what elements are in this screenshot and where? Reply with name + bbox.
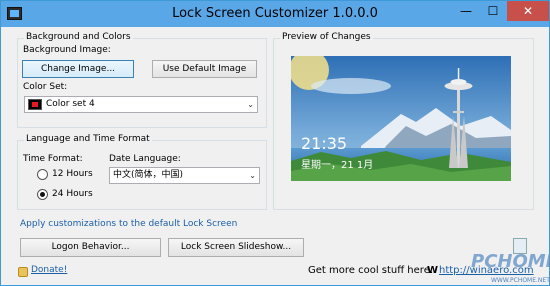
date-language-label: Date Language: [109,154,181,164]
color-swatch-icon [28,99,42,110]
lock-screen-slideshow-button[interactable]: Lock Screen Slideshow... [168,238,304,257]
more-stuff-label: Get more cool stuff here: [308,265,434,276]
lock-screen-preview: 21:35 星期一，21 1月 [291,56,511,181]
apply-customizations-link[interactable]: Apply customizations to the default Lock… [20,219,237,229]
preview-date: 星期一，21 1月 [301,160,374,171]
color-set-value: Color set 4 [46,99,95,109]
group-legend: Background and Colors [24,32,133,42]
chevron-down-icon: ⌄ [247,100,254,109]
language-time-group: Language and Time Format Time Format: 12… [17,134,267,210]
pchome-watermark: PCHOME [471,251,550,272]
chevron-down-icon: ⌄ [249,171,256,180]
logon-behavior-button[interactable]: Logon Behavior... [20,238,161,257]
close-button[interactable]: ✕ [507,1,549,21]
group-legend: Language and Time Format [24,134,152,144]
radio-24-hours[interactable] [37,189,48,200]
date-language-select[interactable]: 中文(简体，中国) ⌄ [109,167,260,184]
background-colors-group: Background and Colors Background Image: … [17,32,267,128]
change-image-button[interactable]: Change Image... [22,60,134,78]
winaero-icon: W [427,265,439,276]
minimize-button[interactable]: — [453,1,479,21]
group-legend: Preview of Changes [280,32,373,42]
app-window: Lock Screen Customizer 1.0.0.0 — ☐ ✕ Bac… [0,0,550,286]
radio-12-hours[interactable] [37,169,48,180]
donate-icon [18,267,28,277]
time-format-label: Time Format: [23,154,83,164]
donate-link[interactable]: Donate! [31,265,67,275]
radio-12-hours-label[interactable]: 12 Hours [52,169,93,179]
title-bar[interactable]: Lock Screen Customizer 1.0.0.0 — ☐ ✕ [1,1,549,27]
date-language-value: 中文(简体，中国) [113,170,184,180]
radio-24-hours-label[interactable]: 24 Hours [52,189,93,199]
preview-time: 21:35 [301,134,348,153]
pchome-watermark-site: WWW.PCHOME.NET [491,277,550,284]
color-set-select[interactable]: Color set 4 ⌄ [24,96,258,113]
bg-image-label: Background Image: [23,45,111,55]
use-default-image-button[interactable]: Use Default Image [152,60,257,78]
maximize-button[interactable]: ☐ [480,1,506,21]
color-set-label: Color Set: [23,82,68,92]
